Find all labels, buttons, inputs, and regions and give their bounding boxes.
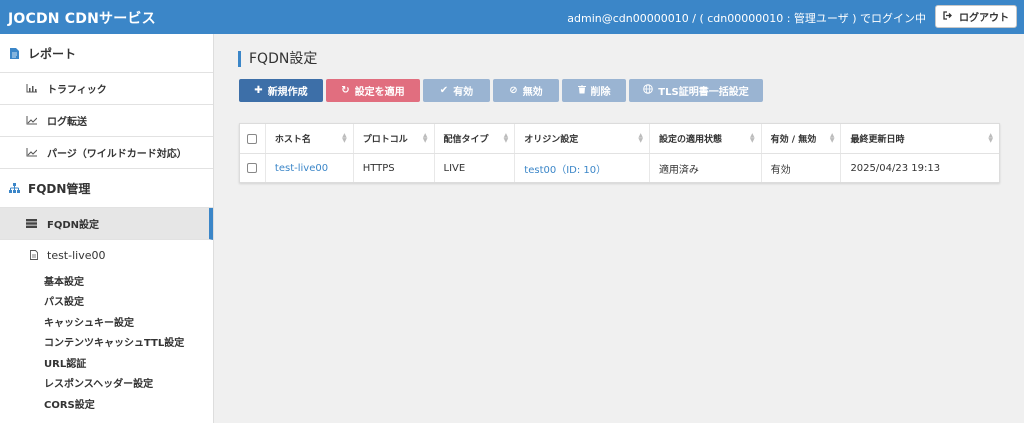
column-header-host-label: ホスト名 xyxy=(274,135,311,145)
sidebar-item-traffic-label: トラフィック xyxy=(47,85,107,96)
cell-apply-status: 適用済み xyxy=(650,154,762,182)
select-all-cell xyxy=(240,124,266,153)
cell-protocol: HTTPS xyxy=(354,154,435,182)
login-user-info: admin@cdn00000010 / ( cdn00000010 : 管理ユー… xyxy=(567,12,926,25)
column-header-updated-label: 最終更新日時 xyxy=(850,135,905,145)
sort-icon[interactable]: ▲ ▼ xyxy=(638,133,643,144)
main-content: FQDN設定 ✚ 新規作成 ↻ 設定を適用 ✔ 有効 ⊘ 無効 削除 TLS証明… xyxy=(215,34,1024,423)
apply-settings-label: 設定を適用 xyxy=(354,87,405,98)
disable-label: 無効 xyxy=(522,87,543,98)
sitemap-icon xyxy=(9,183,20,193)
sign-out-icon xyxy=(943,10,953,23)
sort-icon[interactable]: ▲ ▼ xyxy=(988,133,993,144)
line-chart-icon xyxy=(26,116,37,125)
new-button-label: 新規作成 xyxy=(267,87,308,98)
fqdn-table: ホスト名 ▲ ▼ プロトコル ▲ ▼ 配信タイプ ▲ ▼ オリジン設定 ▲ ▼ 設定の適用状態 ▲… xyxy=(239,123,1000,183)
sidebar-item-fqdn-settings-label: FQDN設定 xyxy=(47,220,100,231)
server-icon xyxy=(26,219,37,228)
sort-icon[interactable]: ▲ ▼ xyxy=(750,133,755,144)
file-icon xyxy=(28,250,39,260)
column-header-origin-label: オリジン設定 xyxy=(524,135,579,145)
sidebar-item-fqdn-settings[interactable]: FQDN設定 xyxy=(0,208,213,240)
sidebar-subitem-response-header[interactable]: レスポンスヘッダー設定 xyxy=(0,373,213,394)
column-header-enabled[interactable]: 有効 / 無効 ▲ ▼ xyxy=(762,124,842,153)
sidebar-subitem-cache-key[interactable]: キャッシュキー設定 xyxy=(0,311,213,332)
sidebar-resource-label: test-live00 xyxy=(47,248,106,262)
sidebar-item-log-forwarding[interactable]: ログ転送 xyxy=(0,105,213,137)
enable-button[interactable]: ✔ 有効 xyxy=(423,79,490,102)
sort-icon[interactable]: ▲ ▼ xyxy=(504,133,509,144)
origin-link[interactable]: test00（ID: 10） xyxy=(524,161,606,176)
column-header-delivery-type-label: 配信タイプ xyxy=(443,135,489,145)
new-button[interactable]: ✚ 新規作成 xyxy=(239,79,323,102)
sort-icon[interactable]: ▲ ▼ xyxy=(342,133,347,144)
row-checkbox[interactable] xyxy=(247,163,258,173)
delete-button[interactable]: 削除 xyxy=(562,79,626,102)
row-select-cell xyxy=(240,154,266,182)
document-icon xyxy=(9,47,20,59)
refresh-icon: ↻ xyxy=(341,85,350,96)
sidebar: レポート トラフィック ログ転送 パージ（ワイルドカード対応） FQDN管理 F… xyxy=(0,34,214,423)
column-header-enabled-label: 有効 / 無効 xyxy=(770,135,817,145)
sidebar-item-traffic[interactable]: トラフィック xyxy=(0,73,213,105)
trash-icon xyxy=(577,84,586,97)
cell-enabled: 有効 xyxy=(762,154,842,182)
column-header-updated[interactable]: 最終更新日時 ▲ ▼ xyxy=(841,124,999,153)
disable-button[interactable]: ⊘ 無効 xyxy=(493,79,559,102)
cell-delivery-type: LIVE xyxy=(435,154,516,182)
sort-icon[interactable]: ▲ ▼ xyxy=(830,133,835,144)
column-header-apply-status[interactable]: 設定の適用状態 ▲ ▼ xyxy=(650,124,762,153)
column-header-protocol[interactable]: プロトコル ▲ ▼ xyxy=(354,124,435,153)
cell-updated: 2025/04/23 19:13 xyxy=(850,162,941,174)
sidebar-section-report: レポート xyxy=(0,34,213,73)
sidebar-resource-item[interactable]: test-live00 xyxy=(0,240,213,270)
table-row: test-live00 HTTPS LIVE test00（ID: 10） 適用… xyxy=(240,153,999,182)
select-all-checkbox[interactable] xyxy=(247,133,258,144)
sidebar-item-purge[interactable]: パージ（ワイルドカード対応） xyxy=(0,137,213,169)
ban-icon: ⊘ xyxy=(509,85,518,96)
host-link[interactable]: test-live00 xyxy=(275,163,328,174)
tls-bulk-settings-label: TLS証明書一括設定 xyxy=(658,87,749,98)
page-title: FQDN設定 xyxy=(238,51,317,67)
sidebar-subitem-cache-ttl[interactable]: コンテンツキャッシュTTL設定 xyxy=(0,332,213,353)
column-header-apply-status-label: 設定の適用状態 xyxy=(658,135,722,145)
sidebar-item-purge-label: パージ（ワイルドカード対応） xyxy=(47,149,187,160)
sort-icon[interactable]: ▲ ▼ xyxy=(423,133,428,144)
plus-icon: ✚ xyxy=(254,85,263,96)
cell-host: test-live00 xyxy=(266,154,354,182)
sidebar-section-fqdn: FQDN管理 xyxy=(0,169,213,208)
sidebar-subitem-basic[interactable]: 基本設定 xyxy=(0,270,213,291)
cell-origin: test00（ID: 10） xyxy=(515,154,650,182)
sidebar-subitem-url-auth[interactable]: URL認証 xyxy=(0,352,213,373)
sidebar-section-report-label: レポート xyxy=(28,46,77,61)
column-header-host[interactable]: ホスト名 ▲ ▼ xyxy=(266,124,354,153)
column-header-protocol-label: プロトコル xyxy=(362,135,408,145)
globe-icon xyxy=(643,84,654,97)
column-header-origin[interactable]: オリジン設定 ▲ ▼ xyxy=(515,124,650,153)
tls-bulk-settings-button[interactable]: TLS証明書一括設定 xyxy=(629,79,763,102)
column-header-delivery-type[interactable]: 配信タイプ ▲ ▼ xyxy=(435,124,516,153)
sidebar-subitem-cors[interactable]: CORS設定 xyxy=(0,393,213,414)
logout-button[interactable]: ログアウト xyxy=(935,5,1017,28)
top-navbar: JOCDN CDNサービス admin@cdn00000010 / ( cdn0… xyxy=(0,0,1024,34)
sidebar-subitem-path[interactable]: パス設定 xyxy=(0,291,213,312)
enable-label: 有効 xyxy=(453,87,474,98)
delete-label: 削除 xyxy=(590,87,611,98)
sidebar-item-log-forwarding-label: ログ転送 xyxy=(47,117,87,128)
logout-label: ログアウト xyxy=(959,13,1009,24)
table-header-row: ホスト名 ▲ ▼ プロトコル ▲ ▼ 配信タイプ ▲ ▼ オリジン設定 ▲ ▼ 設定の適用状態 ▲… xyxy=(240,124,999,153)
check-icon: ✔ xyxy=(439,85,449,96)
bar-chart-icon xyxy=(26,84,37,93)
app-brand[interactable]: JOCDN CDNサービス xyxy=(8,8,156,28)
sidebar-section-fqdn-label: FQDN管理 xyxy=(28,181,91,196)
apply-settings-button[interactable]: ↻ 設定を適用 xyxy=(326,79,420,102)
line-chart-icon xyxy=(26,148,37,157)
